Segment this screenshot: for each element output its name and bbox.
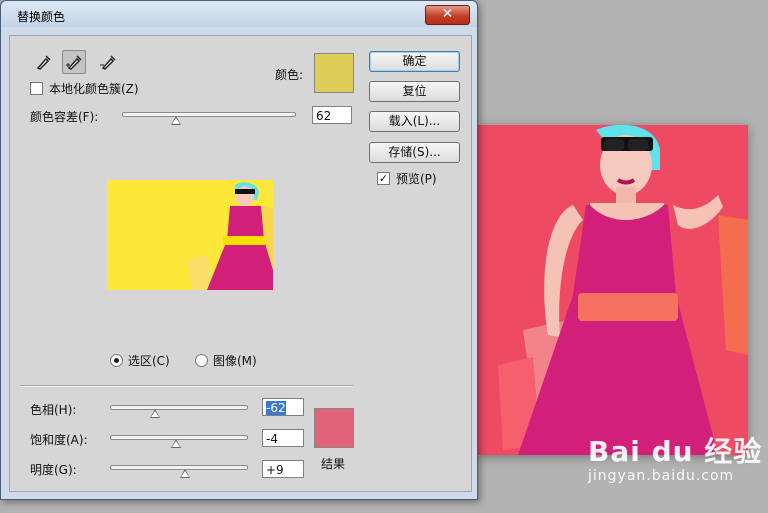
preview-label: 预览(P) [396, 172, 437, 186]
fuzziness-slider-track[interactable] [122, 112, 296, 117]
eyedropper-add-tool[interactable] [62, 50, 86, 74]
preview-checkbox[interactable]: ✓ [377, 172, 390, 185]
eyedropper-tool[interactable] [31, 50, 55, 74]
save-button[interactable]: 存储(S)... [369, 142, 460, 163]
saturation-input[interactable]: -4 [262, 429, 304, 447]
hue-value-selected: -62 [266, 401, 286, 415]
hue-slider-thumb[interactable] [150, 409, 160, 418]
hue-input[interactable]: -62 [262, 398, 304, 416]
replace-color-dialog: 替换颜色 ✕ 本地化颜色簇(Z) 颜色: 颜色容差(F): 62 选区(C) 图… [0, 0, 478, 500]
eyedropper-icon [36, 55, 51, 70]
selection-preview [107, 180, 273, 290]
watermark: Bai du 经验 jingyan.baidu.com [588, 430, 762, 484]
lightness-slider-thumb[interactable] [180, 469, 190, 478]
target-color-swatch[interactable] [314, 53, 354, 93]
watermark-logo: Bai du 经验 [588, 435, 763, 468]
load-button[interactable]: 载入(L)... [369, 111, 460, 132]
fuzziness-slider-thumb[interactable] [171, 116, 181, 125]
saturation-label: 饱和度(A): [30, 433, 88, 447]
separator [20, 385, 353, 387]
lightness-slider-track[interactable] [110, 465, 248, 470]
dialog-body: 本地化颜色簇(Z) 颜色: 颜色容差(F): 62 选区(C) 图像(M) 色相… [9, 35, 472, 492]
lightness-input[interactable]: +9 [262, 460, 304, 478]
radio-image-label: 图像(M) [213, 354, 257, 368]
ok-button[interactable]: 确定 [369, 51, 460, 72]
woman-shopping-illustration [478, 125, 748, 455]
result-label: 结果 [321, 457, 346, 471]
eyedropper-plus-icon [66, 55, 82, 70]
dialog-title: 替换颜色 [17, 10, 66, 24]
reset-button[interactable]: 复位 [369, 81, 460, 102]
hue-slider-track[interactable] [110, 405, 248, 410]
document-image [478, 125, 748, 455]
watermark-url: jingyan.baidu.com [588, 468, 735, 484]
eyedropper-subtract-tool[interactable] [96, 50, 120, 74]
hue-label: 色相(H): [30, 403, 77, 417]
radio-image[interactable] [195, 354, 208, 367]
radio-selected-dot [114, 358, 119, 363]
close-button[interactable]: ✕ [425, 5, 470, 25]
eyedropper-minus-icon [100, 55, 116, 70]
saturation-slider-thumb[interactable] [171, 439, 181, 448]
title-bar[interactable]: 替换颜色 ✕ [1, 1, 477, 27]
fuzziness-input[interactable]: 62 [312, 106, 352, 124]
localized-clusters-checkbox[interactable] [30, 82, 43, 95]
lightness-label: 明度(G): [30, 463, 77, 477]
localized-clusters-label: 本地化颜色簇(Z) [49, 82, 139, 96]
radio-selection-label: 选区(C) [128, 354, 170, 368]
result-color-swatch[interactable] [314, 408, 354, 448]
fuzziness-label: 颜色容差(F): [30, 110, 99, 124]
radio-selection[interactable] [110, 354, 123, 367]
preview-image [107, 180, 273, 290]
color-label: 颜色: [275, 68, 304, 82]
